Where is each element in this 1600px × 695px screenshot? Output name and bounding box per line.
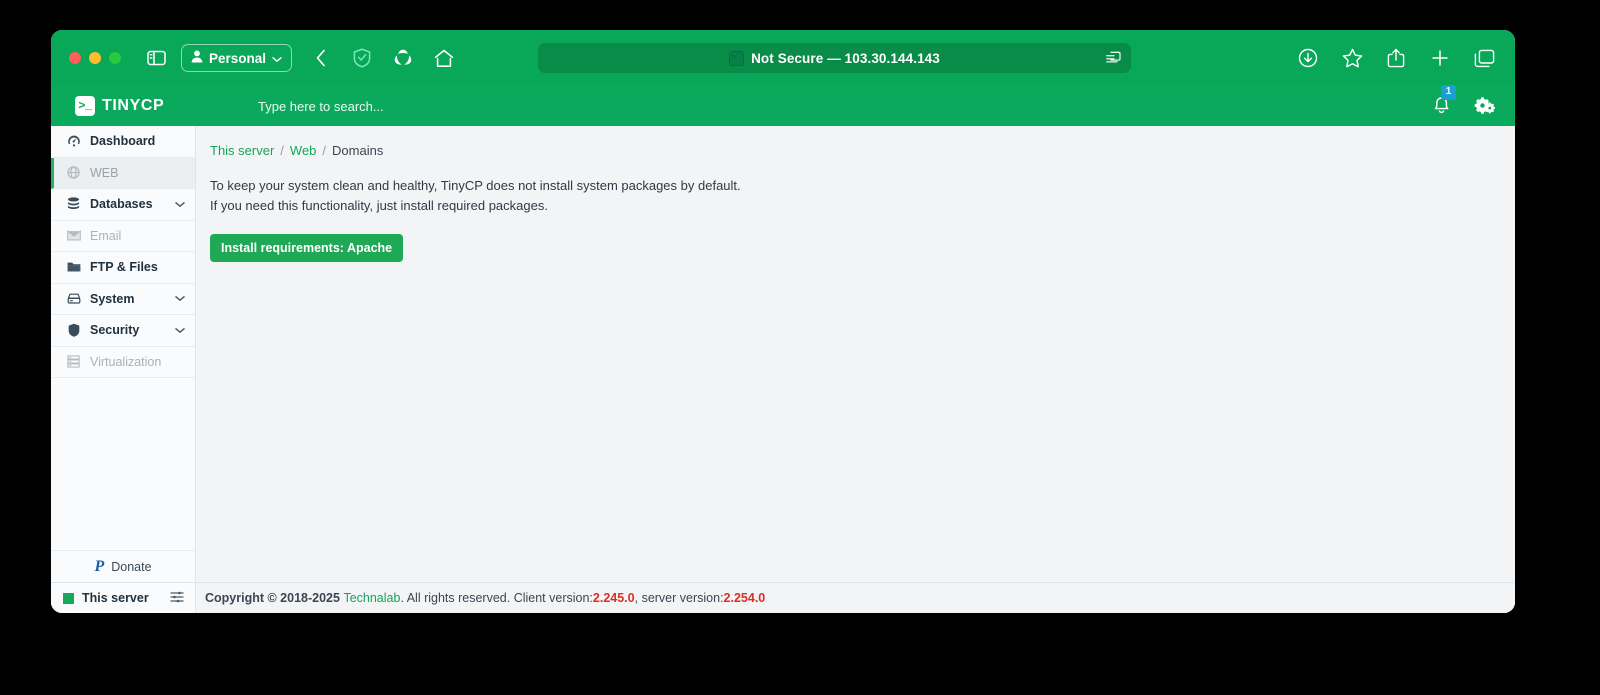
- tinycp-app: >_ TINYCP 1: [51, 84, 1515, 613]
- footer-company-link[interactable]: Technalab: [343, 591, 400, 605]
- chevron-down-icon: [175, 327, 185, 334]
- sidebar-item-label: FTP & Files: [90, 260, 158, 275]
- main-content: This server / Web / Domains To keep your…: [196, 126, 1515, 613]
- search-input[interactable]: [258, 98, 658, 114]
- envelope-icon: [66, 230, 81, 241]
- chevron-down-icon: [175, 295, 185, 302]
- footer-server-label: , server version:: [634, 591, 724, 605]
- sidebar-item-label: Email: [90, 228, 122, 243]
- notice-line-2: If you need this functionality, just ins…: [210, 197, 548, 213]
- sidebar-item-label: Dashboard: [90, 134, 156, 149]
- sidebar-item-virtualization: Virtualization: [51, 347, 195, 378]
- server-list-icon[interactable]: [170, 591, 184, 606]
- profile-label: Personal: [209, 50, 267, 66]
- footer-server-version: 2.254.0: [723, 591, 766, 605]
- database-icon: [66, 197, 81, 211]
- server-stack-icon: [66, 355, 81, 368]
- server-icon: [66, 293, 81, 305]
- app-body: Dashboard WEB Databases Email FTP & File…: [51, 126, 1515, 613]
- content-area: This server / Web / Domains To keep your…: [196, 126, 1515, 582]
- person-icon: [191, 50, 203, 66]
- sidebar-item-label: Security: [90, 323, 140, 338]
- server-selector[interactable]: This server: [51, 582, 195, 613]
- breadcrumb-web[interactable]: Web: [290, 143, 317, 158]
- chevron-down-icon: [175, 201, 185, 208]
- chevron-down-icon: [272, 51, 282, 66]
- app-header-actions: 1: [1432, 84, 1497, 126]
- app-header: >_ TINYCP 1: [51, 84, 1515, 126]
- footer-client-version: 2.245.0: [592, 591, 635, 605]
- sidebar-icon[interactable]: [143, 45, 169, 71]
- home-icon[interactable]: [431, 45, 457, 71]
- sidebar-item-ftp-files[interactable]: FTP & Files: [51, 252, 195, 284]
- sidebar-item-email: Email: [51, 221, 195, 252]
- shield-icon: [66, 323, 81, 338]
- reader-view-icon[interactable]: [1106, 51, 1121, 66]
- packages-notice: To keep your system clean and healthy, T…: [210, 178, 1515, 215]
- gears-icon[interactable]: [1471, 93, 1497, 119]
- app-logo[interactable]: >_ TINYCP: [51, 86, 196, 126]
- sidebar-item-label: Databases: [90, 197, 153, 212]
- bookmarks-star-icon[interactable]: [1339, 45, 1365, 71]
- downloads-icon[interactable]: [1295, 45, 1321, 71]
- adguard-shield-icon[interactable]: [349, 45, 375, 71]
- server-status-indicator: [63, 592, 74, 604]
- breadcrumb-this-server[interactable]: This server: [210, 143, 274, 158]
- extension-icon[interactable]: [390, 45, 416, 71]
- notification-count-badge: 1: [1441, 84, 1456, 100]
- dashboard-gauge-icon: [66, 134, 81, 148]
- donate-label: Donate: [111, 559, 152, 574]
- breadcrumb-separator: /: [280, 143, 284, 158]
- server-label: This server: [82, 591, 149, 605]
- donate-link[interactable]: P Donate: [51, 550, 195, 582]
- share-icon[interactable]: [1383, 45, 1409, 71]
- browser-toolbar-right: [1295, 30, 1497, 86]
- sidebar-item-system[interactable]: System: [51, 284, 195, 315]
- paypal-icon: P: [94, 557, 105, 575]
- new-tab-icon[interactable]: [1427, 45, 1453, 71]
- tab-overview-icon[interactable]: [1471, 45, 1497, 71]
- address-text: Not Secure — 103.30.144.143: [751, 50, 940, 66]
- notifications-button[interactable]: 1: [1432, 84, 1456, 119]
- sidebar-item-label: Virtualization: [90, 354, 162, 369]
- breadcrumb-current: Domains: [332, 143, 384, 158]
- sidebar-item-label: System: [90, 291, 135, 306]
- address-bar[interactable]: >_ Not Secure — 103.30.144.143: [538, 43, 1131, 73]
- footer: Copyright © 2018-2025 Technalab . All ri…: [196, 582, 1515, 613]
- sidebar-item-dashboard[interactable]: Dashboard: [51, 126, 195, 158]
- breadcrumb: This server / Web / Domains: [210, 143, 1515, 158]
- back-chevron-icon[interactable]: [308, 45, 334, 71]
- sidebar-item-databases[interactable]: Databases: [51, 189, 195, 221]
- sidebar-item-web[interactable]: WEB: [51, 157, 195, 189]
- folder-icon: [66, 261, 81, 273]
- close-window-button[interactable]: [69, 52, 81, 64]
- sidebar-item-security[interactable]: Security: [51, 315, 195, 347]
- tinycp-terminal-icon: >_: [75, 96, 95, 116]
- sidebar-item-label: WEB: [90, 165, 119, 180]
- browser-nav-group: [308, 45, 457, 71]
- site-favicon: >_: [729, 50, 745, 66]
- browser-toolbar: Personal >_ Not Secure — 103.30.144.143: [51, 30, 1515, 86]
- profile-button[interactable]: Personal: [181, 44, 293, 72]
- notice-line-1: To keep your system clean and healthy, T…: [210, 178, 741, 193]
- window-traffic-lights: [69, 52, 121, 64]
- maximize-window-button[interactable]: [109, 52, 121, 64]
- breadcrumb-separator: /: [322, 143, 327, 158]
- browser-window: Personal >_ Not Secure — 103.30.144.143 …: [51, 30, 1515, 613]
- sidebar-nav: Dashboard WEB Databases Email FTP & File…: [51, 126, 195, 378]
- install-requirements-button[interactable]: Install requirements: Apache: [210, 233, 404, 262]
- footer-copyright: Copyright © 2018-2025: [205, 591, 340, 605]
- footer-rights: . All rights reserved. Client version:: [400, 591, 593, 605]
- minimize-window-button[interactable]: [89, 52, 101, 64]
- globe-icon: [66, 166, 81, 179]
- sidebar: Dashboard WEB Databases Email FTP & File…: [51, 126, 196, 613]
- app-brand-name: TINYCP: [102, 97, 165, 114]
